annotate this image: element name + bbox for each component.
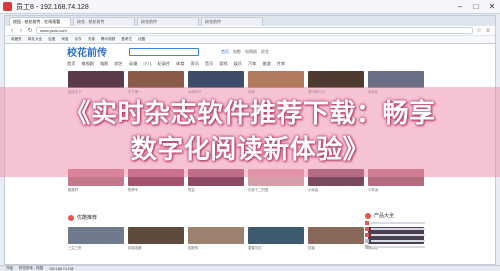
video-thumbnail[interactable] (128, 71, 184, 88)
nav-item[interactable]: 汽车 (248, 61, 256, 67)
taskbar-item[interactable]: 开始 (6, 266, 13, 271)
video-caption[interactable]: 知否 (188, 187, 244, 192)
close-button[interactable]: ✕ (484, 0, 500, 13)
video-thumbnail[interactable] (308, 227, 364, 244)
video-thumbnail[interactable] (188, 71, 244, 88)
video-caption[interactable]: 三生三世 (68, 245, 124, 250)
recommend-icon (68, 214, 74, 221)
product-side-panel: 产品大全 (365, 212, 425, 249)
browser-tab[interactable]: 校花前传 (201, 17, 263, 26)
site-tab[interactable]: 首页 (221, 49, 229, 55)
site-header: 校花前传 首页 电影 电视剧 综艺 (5, 44, 495, 59)
video-caption[interactable]: 延禧攻略 (128, 245, 184, 250)
nav-item[interactable]: 音乐 (205, 61, 213, 67)
video-card[interactable]: 如懿传 (188, 227, 244, 250)
app-icon (3, 2, 12, 11)
window-title: 员工8 - 192.168.74.128 (16, 3, 89, 11)
nav-item[interactable]: 资讯 (191, 61, 199, 67)
taskbar-item[interactable]: 192.168.74.128 (49, 267, 73, 271)
nav-item[interactable]: 电影 (100, 61, 108, 67)
video-card[interactable]: 扶摇 (308, 227, 364, 250)
bookmark-item[interactable]: 优酷 (138, 37, 145, 42)
rank-item[interactable] (365, 239, 425, 243)
bookmark-item[interactable]: 天猫 (88, 37, 95, 42)
video-caption[interactable]: 香蜜沉沉 (248, 245, 304, 250)
site-tab[interactable]: 综艺 (261, 49, 269, 55)
video-thumbnail[interactable] (248, 71, 304, 88)
video-thumbnail[interactable] (248, 227, 304, 244)
browser-tab[interactable]: 校花 - 校花前传 (73, 17, 135, 26)
star-icon[interactable]: ☆ (476, 27, 482, 34)
nav-item[interactable]: 旅游 (262, 61, 270, 67)
rank-item[interactable] (365, 221, 425, 225)
video-caption[interactable]: 都挺好 (68, 187, 124, 192)
side-panel-title: 产品大全 (374, 213, 395, 219)
grid-icon (365, 212, 371, 219)
browser-chrome: 校园 - 校花前传 - 在线观看 校花 - 校花前传 校花前传 校花前传 ‹ ›… (4, 15, 496, 43)
browser-tab[interactable]: 校花前传 (137, 17, 199, 26)
site-tab[interactable]: 电视剧 (245, 49, 257, 55)
remote-window-titlebar: 员工8 - 192.168.74.128 – □ ✕ (0, 0, 500, 14)
video-thumbnail[interactable] (68, 71, 124, 88)
minimize-button[interactable]: – (452, 0, 468, 13)
rank-item[interactable] (365, 245, 425, 249)
video-card[interactable]: 香蜜沉沉 (248, 227, 304, 250)
video-caption[interactable]: 扶摇 (308, 245, 364, 250)
bookmarks-bar: 收藏夹 网址大全 百度 淘宝 京东 天猫 腾讯视频 爱奇艺 优酷 (5, 35, 495, 43)
promo-headline: 《实时杂志软件推荐下载：畅享 数字化阅读新体验》 (0, 96, 500, 168)
video-caption[interactable]: 如懿传 (188, 245, 244, 250)
nav-item[interactable]: 首页 (67, 61, 75, 67)
menu-icon[interactable]: ≡ (485, 28, 491, 34)
nav-item[interactable]: 综艺 (114, 61, 122, 67)
section-header: 优酷推荐 (68, 214, 97, 221)
rank-item[interactable] (365, 227, 425, 231)
bookmark-item[interactable]: 网址大全 (28, 37, 42, 42)
bookmark-item[interactable]: 京东 (75, 37, 82, 42)
headline-line-2: 数字化阅读新体验》 (130, 135, 370, 165)
refresh-icon[interactable]: ↻ (27, 27, 33, 34)
bookmark-item[interactable]: 腾讯视频 (101, 37, 115, 42)
video-thumbnail[interactable] (128, 227, 184, 244)
maximize-button[interactable]: □ (468, 0, 484, 13)
rank-item[interactable] (365, 233, 425, 237)
video-thumbnail[interactable] (368, 71, 424, 88)
bookmark-item[interactable]: 百度 (48, 37, 55, 42)
nav-item[interactable]: 片库 (277, 61, 285, 67)
browser-tab[interactable]: 校园 - 校花前传 - 在线观看 (9, 17, 71, 26)
nav-item[interactable]: 纪录片 (158, 61, 171, 67)
nav-item[interactable]: 娱乐 (234, 61, 242, 67)
bookmark-item[interactable]: 爱奇艺 (121, 37, 132, 42)
video-thumbnail[interactable] (68, 227, 124, 244)
video-card[interactable]: 延禧攻略 (128, 227, 184, 250)
nav-item[interactable]: 少儿 (143, 61, 151, 67)
taskbar: 开始 校花前传 - 校园 192.168.74.128 (0, 265, 500, 271)
video-thumbnail[interactable] (188, 227, 244, 244)
browser-tab-strip: 校园 - 校花前传 - 在线观看 校花 - 校花前传 校花前传 校花前传 (5, 16, 495, 26)
nav-item[interactable]: 电视剧 (81, 61, 94, 67)
headline-line-1: 《实时杂志软件推荐下载：畅享 (64, 99, 436, 129)
video-caption[interactable]: 长安十二时辰 (248, 187, 304, 192)
taskbar-item[interactable]: 校花前传 - 校园 (19, 266, 43, 271)
nav-item[interactable]: 游戏 (219, 61, 227, 67)
site-search-input[interactable] (129, 47, 199, 56)
video-card[interactable]: 三生三世 (68, 227, 124, 250)
site-nav: 首页 电视剧 电影 综艺 动漫 少儿 纪录片 体育 资讯 音乐 游戏 娱乐 汽车 旅游 片库 (5, 59, 495, 69)
nav-item[interactable]: 动漫 (129, 61, 137, 67)
address-bar[interactable]: www.ysdu.com (36, 27, 473, 34)
video-caption[interactable]: 小欢喜 (308, 187, 364, 192)
site-logo[interactable]: 校花前传 (67, 44, 107, 59)
forward-icon[interactable]: › (18, 28, 24, 34)
bookmark-item[interactable]: 淘宝 (61, 37, 68, 42)
nav-item[interactable]: 体育 (176, 61, 184, 67)
video-caption[interactable]: 陈情令 (128, 187, 184, 192)
back-icon[interactable]: ‹ (9, 28, 15, 34)
section-title: 优酷推荐 (77, 215, 98, 221)
bookmark-item[interactable]: 收藏夹 (11, 37, 22, 42)
site-tab[interactable]: 电影 (233, 49, 241, 55)
video-caption[interactable]: 少年派 (368, 187, 424, 192)
video-thumbnail[interactable] (308, 71, 364, 88)
